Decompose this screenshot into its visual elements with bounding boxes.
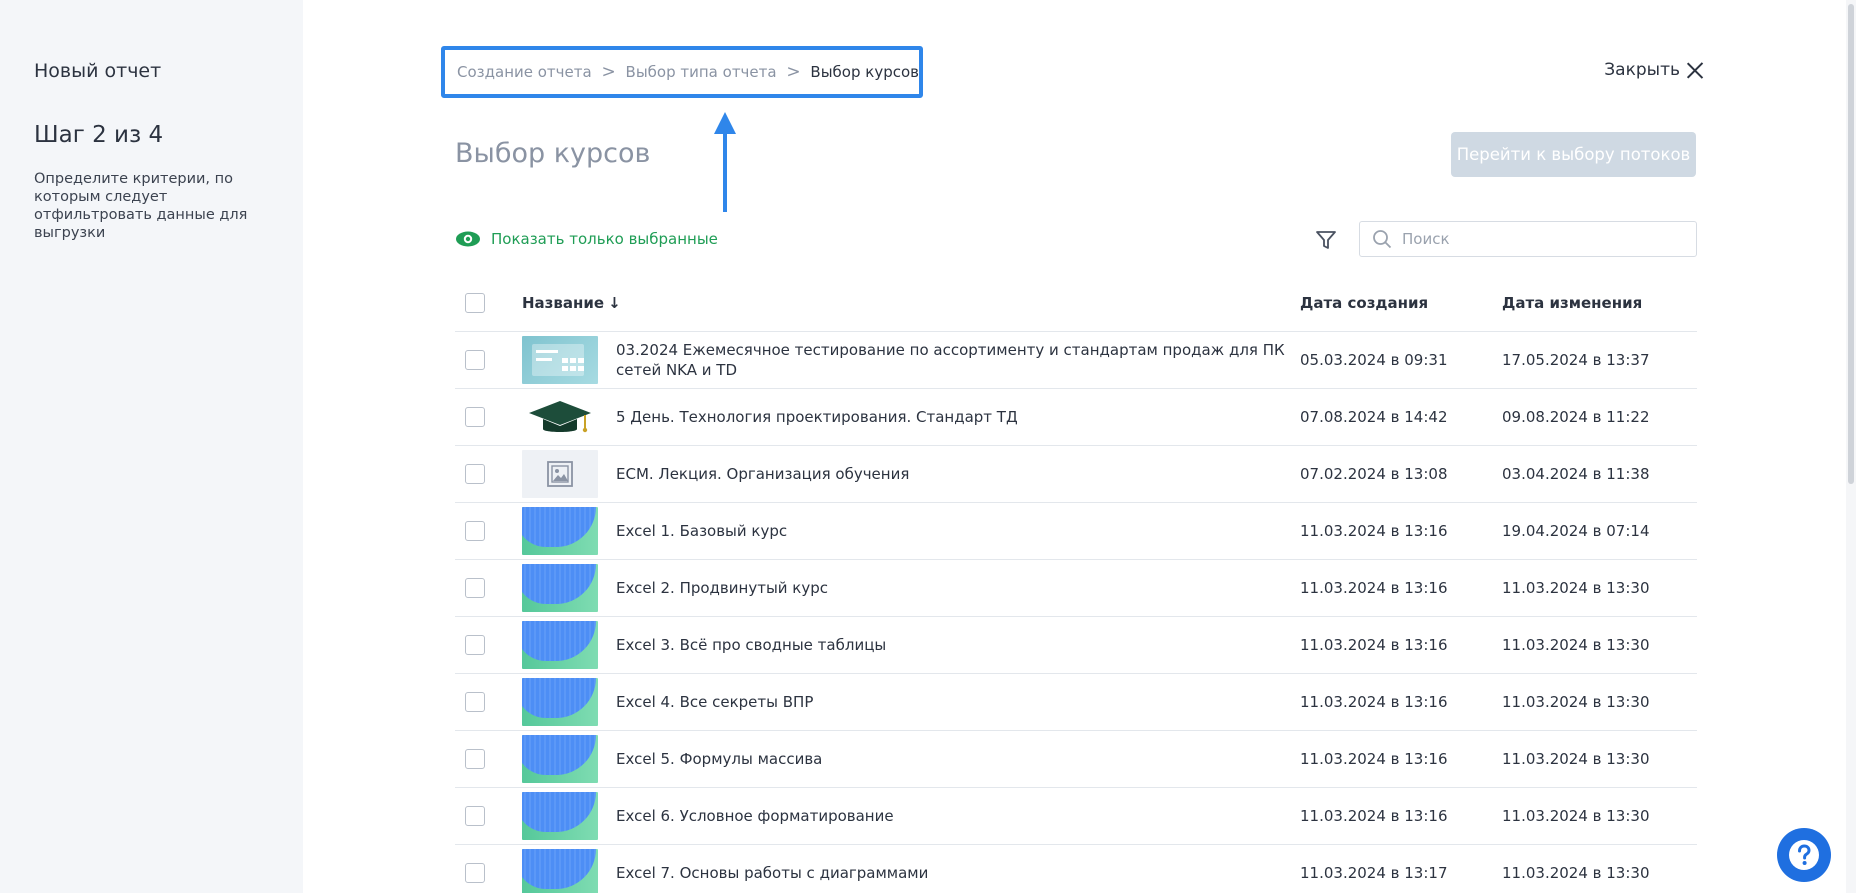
select-all-checkbox[interactable] — [465, 293, 485, 313]
search-icon — [1373, 230, 1392, 249]
course-name[interactable]: ECM. Лекция. Организация обучения — [616, 464, 909, 484]
modified-date: 11.03.2024 в 13:30 — [1502, 864, 1650, 882]
column-name-header[interactable]: Название ↓ — [522, 294, 1300, 312]
course-name[interactable]: Excel 7. Основы работы с диаграммами — [616, 863, 928, 883]
scrollbar-thumb[interactable] — [1848, 4, 1854, 484]
course-thumbnail — [522, 678, 598, 726]
course-name[interactable]: Excel 1. Базовый курс — [616, 521, 787, 541]
breadcrumb-item-report-type[interactable]: Выбор типа отчета — [626, 63, 777, 81]
course-thumbnail — [522, 621, 598, 669]
course-thumbnail — [522, 507, 598, 555]
graduation-cap-icon — [522, 393, 598, 441]
course-name[interactable]: 5 День. Технология проектирования. Станд… — [616, 407, 1018, 427]
created-date: 11.03.2024 в 13:16 — [1300, 522, 1448, 540]
row-checkbox[interactable] — [465, 863, 485, 883]
row-checkbox[interactable] — [465, 749, 485, 769]
courses-table: Название ↓ Дата создания Дата изменения 0… — [455, 275, 1697, 893]
modified-date: 17.05.2024 в 13:37 — [1502, 351, 1650, 369]
scrollbar[interactable] — [1846, 0, 1856, 893]
modified-date: 03.04.2024 в 11:38 — [1502, 465, 1650, 483]
show-selected-toggle[interactable]: Показать только выбранные — [455, 230, 718, 248]
created-date: 11.03.2024 в 13:16 — [1300, 579, 1448, 597]
table-row[interactable]: Excel 4. Все секреты ВПР 11.03.2024 в 13:… — [455, 674, 1697, 731]
sort-desc-icon: ↓ — [608, 294, 621, 312]
course-name[interactable]: Excel 6. Условное форматирование — [616, 806, 894, 826]
created-date: 11.03.2024 в 13:16 — [1300, 636, 1448, 654]
row-checkbox[interactable] — [465, 578, 485, 598]
row-checkbox[interactable] — [465, 464, 485, 484]
course-thumbnail — [522, 849, 598, 893]
show-selected-label: Показать только выбранные — [491, 230, 718, 248]
table-row[interactable]: Excel 7. Основы работы с диаграммами 11.0… — [455, 845, 1697, 893]
breadcrumb-item-course-selection: Выбор курсов — [810, 63, 919, 81]
created-date: 11.03.2024 в 13:17 — [1300, 864, 1448, 882]
row-checkbox[interactable] — [465, 350, 485, 370]
course-name[interactable]: 03.2024 Ежемесячное тестирование по ассо… — [616, 340, 1296, 380]
table-row[interactable]: 5 День. Технология проектирования. Станд… — [455, 389, 1697, 446]
modified-date: 11.03.2024 в 13:30 — [1502, 579, 1650, 597]
created-date: 11.03.2024 в 13:16 — [1300, 750, 1448, 768]
breadcrumb-item-create-report[interactable]: Создание отчета — [457, 63, 592, 81]
course-thumbnail — [522, 564, 598, 612]
table-header: Название ↓ Дата создания Дата изменения — [455, 275, 1697, 332]
table-row[interactable]: Excel 6. Условное форматирование 11.03.20… — [455, 788, 1697, 845]
image-placeholder-icon — [522, 450, 598, 498]
row-checkbox[interactable] — [465, 692, 485, 712]
row-checkbox[interactable] — [465, 407, 485, 427]
row-checkbox[interactable] — [465, 635, 485, 655]
main-content: Создание отчета > Выбор типа отчета > Вы… — [303, 0, 1856, 893]
close-label: Закрыть — [1604, 60, 1680, 80]
sidebar: Новый отчет Шаг 2 из 4 Определите критер… — [0, 0, 303, 893]
course-name[interactable]: Excel 3. Всё про сводные таблицы — [616, 635, 886, 655]
search-input[interactable] — [1402, 230, 1682, 248]
course-name[interactable]: Excel 5. Формулы массива — [616, 749, 822, 769]
eye-icon — [456, 231, 480, 247]
course-thumbnail — [522, 792, 598, 840]
modified-date: 11.03.2024 в 13:30 — [1502, 636, 1650, 654]
modified-date: 11.03.2024 в 13:30 — [1502, 807, 1650, 825]
created-date: 05.03.2024 в 09:31 — [1300, 351, 1448, 369]
created-date: 11.03.2024 в 13:16 — [1300, 807, 1448, 825]
modified-date: 09.08.2024 в 11:22 — [1502, 408, 1650, 426]
table-row[interactable]: 03.2024 Ежемесячное тестирование по ассо… — [455, 332, 1697, 389]
close-button[interactable]: Закрыть — [1604, 60, 1704, 80]
table-row[interactable]: ECM. Лекция. Организация обучения 07.02.2… — [455, 446, 1697, 503]
row-checkbox[interactable] — [465, 806, 485, 826]
course-thumbnail — [522, 735, 598, 783]
created-date: 11.03.2024 в 13:16 — [1300, 693, 1448, 711]
search-box — [1359, 221, 1697, 257]
breadcrumb-separator: > — [601, 62, 616, 82]
close-icon — [1686, 61, 1704, 79]
report-title: Новый отчет — [34, 60, 162, 82]
column-created-header[interactable]: Дата создания — [1300, 294, 1502, 312]
help-icon — [1789, 840, 1819, 870]
course-thumbnail — [522, 336, 598, 384]
created-date: 07.08.2024 в 14:42 — [1300, 408, 1448, 426]
course-name[interactable]: Excel 2. Продвинутый курс — [616, 578, 828, 598]
modified-date: 19.04.2024 в 07:14 — [1502, 522, 1650, 540]
help-button[interactable] — [1777, 828, 1831, 882]
go-to-streams-button[interactable]: Перейти к выбору потоков — [1451, 132, 1696, 177]
modified-date: 11.03.2024 в 13:30 — [1502, 750, 1650, 768]
step-indicator: Шаг 2 из 4 — [34, 122, 164, 148]
created-date: 07.02.2024 в 13:08 — [1300, 465, 1448, 483]
filter-icon[interactable] — [1315, 229, 1337, 251]
breadcrumb: Создание отчета > Выбор типа отчета > Вы… — [441, 46, 923, 98]
table-row[interactable]: Excel 5. Формулы массива 11.03.2024 в 13:… — [455, 731, 1697, 788]
table-row[interactable]: Excel 1. Базовый курс 11.03.2024 в 13:16 1… — [455, 503, 1697, 560]
breadcrumb-separator: > — [786, 62, 801, 82]
column-modified-header[interactable]: Дата изменения — [1502, 294, 1697, 312]
table-row[interactable]: Excel 2. Продвинутый курс 11.03.2024 в 13… — [455, 560, 1697, 617]
modified-date: 11.03.2024 в 13:30 — [1502, 693, 1650, 711]
course-name[interactable]: Excel 4. Все секреты ВПР — [616, 692, 813, 712]
row-checkbox[interactable] — [465, 521, 485, 541]
step-description: Определите критерии, по которым следует … — [34, 171, 248, 241]
page-title: Выбор курсов — [455, 138, 651, 169]
table-row[interactable]: Excel 3. Всё про сводные таблицы 11.03.20… — [455, 617, 1697, 674]
annotation-arrow-line — [723, 130, 727, 212]
